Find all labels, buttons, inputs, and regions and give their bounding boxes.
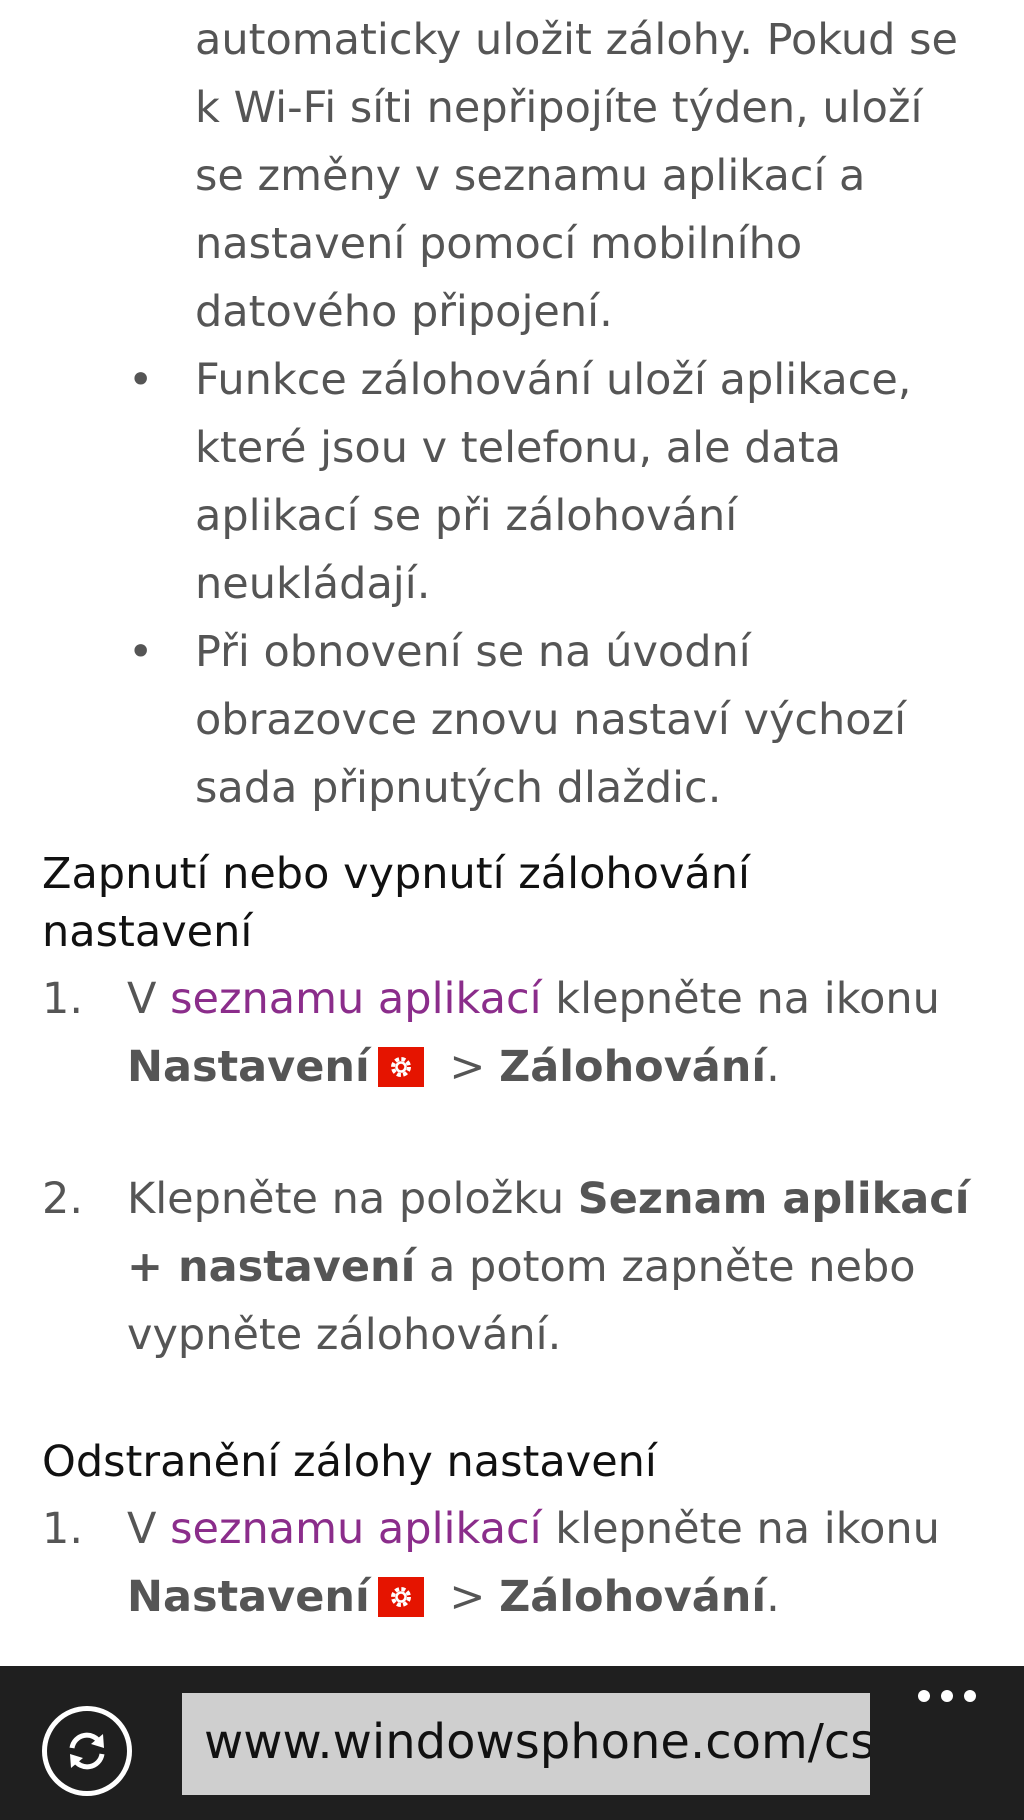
- settings-gear-icon: [377, 1047, 424, 1087]
- browser-app-bar: www.windowsphone.com/cs: [0, 1666, 1024, 1820]
- app-list-settings-label: + nastavení: [127, 1242, 416, 1292]
- step-line: Klepněte na položku Seznam aplikací: [127, 1165, 969, 1233]
- step-text: klepněte na ikonu: [541, 974, 940, 1024]
- step-text: V: [127, 974, 171, 1024]
- app-list-link[interactable]: seznamu aplikací: [170, 1504, 541, 1554]
- step-text: Klepněte na položku: [127, 1174, 578, 1224]
- app-list-settings-label: Seznam aplikací: [577, 1174, 970, 1224]
- address-url: www.windowsphone.com/cs: [204, 1714, 870, 1770]
- more-button[interactable]: [912, 1676, 982, 1716]
- bullet-line: Funkce zálohování uloží aplikace,: [195, 355, 912, 405]
- more-icon: [964, 1690, 976, 1702]
- intro-line: k Wi-Fi síti nepřipojíte týden, uloží: [195, 83, 923, 133]
- settings-gear-icon: [377, 1577, 424, 1617]
- bullet-line: neukládají.: [195, 559, 431, 609]
- backup-label: Zálohování: [499, 1042, 767, 1092]
- step-number: 1.: [42, 974, 84, 1024]
- address-bar[interactable]: www.windowsphone.com/cs: [182, 1693, 870, 1795]
- intro-line: automaticky uložit zálohy. Pokud se: [195, 15, 958, 65]
- intro-line: se změny v seznamu aplikací a: [195, 151, 866, 201]
- app-list-link[interactable]: seznamu aplikací: [170, 974, 541, 1024]
- more-icon: [918, 1690, 930, 1702]
- step-line: Nastavení > Zálohování.: [127, 1563, 780, 1631]
- bullet-marker: •: [128, 355, 154, 405]
- separator: >: [435, 1572, 500, 1622]
- refresh-button[interactable]: [42, 1706, 132, 1796]
- step-line: Nastavení > Zálohování.: [127, 1033, 780, 1101]
- bullet-line: aplikací se při zálohování: [195, 491, 738, 541]
- step-text: .: [766, 1042, 780, 1092]
- intro-line: nastavení pomocí mobilního: [195, 219, 803, 269]
- refresh-icon: [69, 1732, 105, 1770]
- section-heading: nastavení: [42, 907, 253, 957]
- bullet-line: obrazovce znovu nastaví výchozí: [195, 695, 907, 745]
- step-text: klepněte na ikonu: [541, 1504, 940, 1554]
- bullet-line: Při obnovení se na úvodní: [195, 627, 751, 677]
- article-content: automaticky uložit zálohy. Pokud se k Wi…: [0, 0, 1024, 1666]
- step-line: V seznamu aplikací klepněte na ikonu: [127, 965, 940, 1033]
- bullet-line: sada připnutých dlaždic.: [195, 763, 722, 813]
- section-heading: Odstranění zálohy nastavení: [42, 1437, 657, 1487]
- step-number: 2.: [42, 1174, 84, 1224]
- backup-label: Zálohování: [499, 1572, 767, 1622]
- step-number: 1.: [42, 1504, 84, 1554]
- settings-label: Nastavení: [127, 1042, 370, 1092]
- settings-label: Nastavení: [127, 1572, 370, 1622]
- step-line: vypněte zálohování.: [127, 1310, 562, 1360]
- intro-line: datového připojení.: [195, 287, 613, 337]
- section-heading: Zapnutí nebo vypnutí zálohování: [42, 849, 750, 899]
- bullet-marker: •: [128, 627, 154, 677]
- step-line: + nastavení a potom zapněte nebo: [127, 1233, 916, 1301]
- step-text: a potom zapněte nebo: [415, 1242, 916, 1292]
- bullet-line: které jsou v telefonu, ale data: [195, 423, 842, 473]
- separator: >: [435, 1042, 500, 1092]
- more-icon: [941, 1690, 953, 1702]
- step-text: .: [766, 1572, 780, 1622]
- step-line: V seznamu aplikací klepněte na ikonu: [127, 1495, 940, 1563]
- step-text: V: [127, 1504, 171, 1554]
